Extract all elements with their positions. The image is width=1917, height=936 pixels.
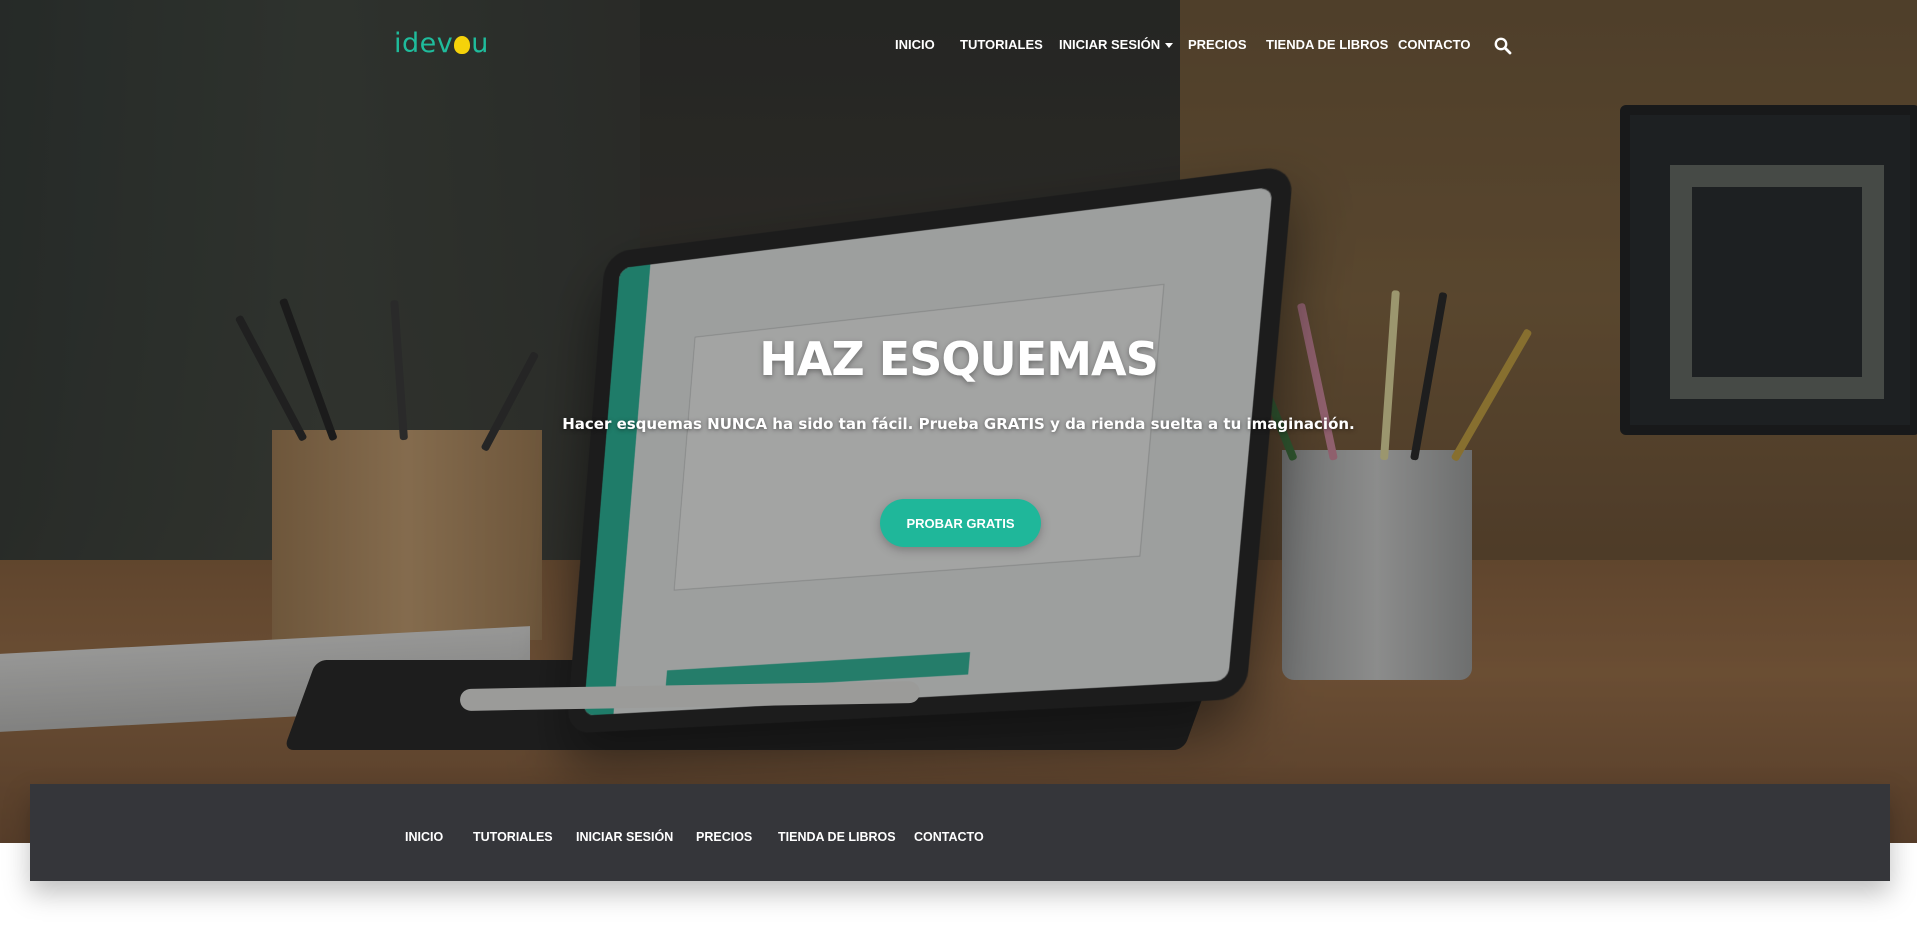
subnav-item-inicio[interactable]: INICIO xyxy=(405,830,443,844)
top-navigation: idev u INICIO TUTORIALES INICIAR SESIÓN … xyxy=(0,0,1917,92)
subnav-item-iniciar-sesion[interactable]: INICIAR SESIÓN xyxy=(576,830,673,844)
subnav-item-contacto[interactable]: CONTACTO xyxy=(914,830,984,844)
secondary-nav-bar: INICIO TUTORIALES INICIAR SESIÓN PRECIOS… xyxy=(30,784,1890,881)
caret-down-icon xyxy=(1165,43,1173,48)
nav-item-inicio[interactable]: INICIO xyxy=(895,37,935,52)
search-icon[interactable] xyxy=(1494,37,1512,55)
nav-item-iniciar-sesion[interactable]: INICIAR SESIÓN xyxy=(1059,37,1173,52)
lightbulb-icon xyxy=(454,36,470,54)
subnav-item-precios[interactable]: PRECIOS xyxy=(696,830,752,844)
try-free-button[interactable]: PROBAR GRATIS xyxy=(880,499,1041,547)
subnav-item-tutoriales[interactable]: TUTORIALES xyxy=(473,830,553,844)
nav-item-tienda-de-libros[interactable]: TIENDA DE LIBROS xyxy=(1266,37,1388,52)
nav-item-tutoriales[interactable]: TUTORIALES xyxy=(960,37,1043,52)
logo-text-left: idev xyxy=(394,28,453,59)
site-logo[interactable]: idev u xyxy=(394,28,489,59)
hero-subtitle: Hacer esquemas NUNCA ha sido tan fácil. … xyxy=(0,415,1917,433)
nav-item-precios[interactable]: PRECIOS xyxy=(1188,37,1247,52)
nav-item-iniciar-sesion-label: INICIAR SESIÓN xyxy=(1059,37,1160,52)
subnav-item-tienda-de-libros[interactable]: TIENDA DE LIBROS xyxy=(778,830,896,844)
logo-text-right: u xyxy=(471,28,489,59)
hero-title: HAZ ESQUEMAS xyxy=(0,332,1917,386)
nav-item-contacto[interactable]: CONTACTO xyxy=(1398,37,1470,52)
